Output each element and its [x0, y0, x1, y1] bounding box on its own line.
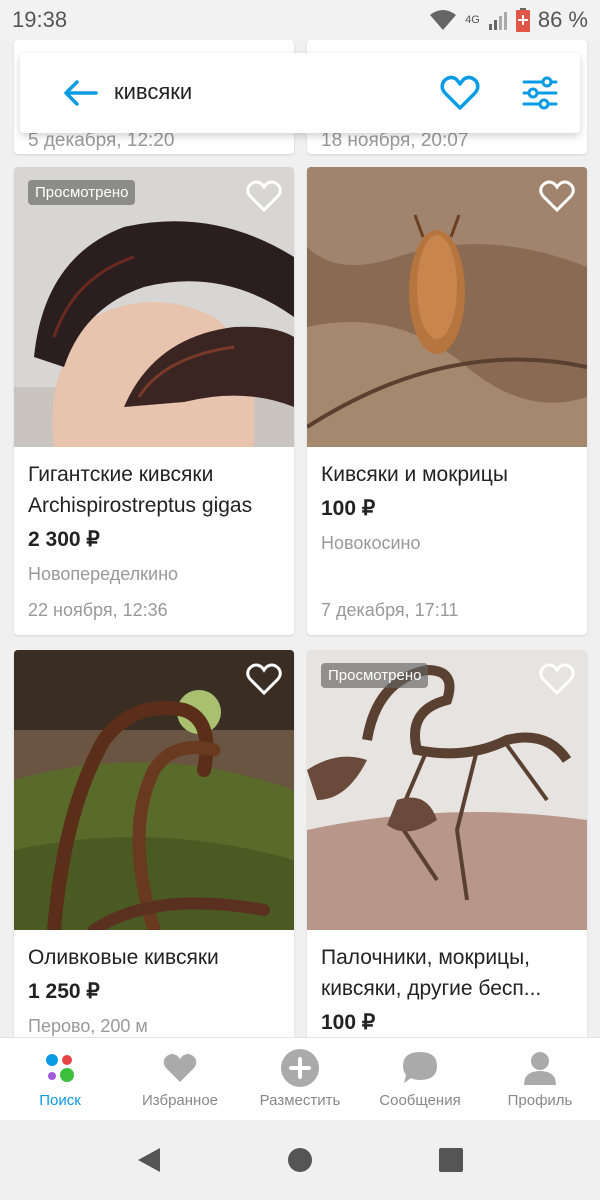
listing-date: 5 декабря, 12:20 — [28, 130, 175, 151]
bottom-navigation: Поиск Избранное Разместить Сообщения Про… — [0, 1037, 600, 1120]
listing-location: Перово, 200 м — [28, 1016, 148, 1036]
listing-title[interactable]: Оливковые кивсяки — [28, 942, 280, 973]
favorite-heart-icon[interactable] — [246, 179, 282, 213]
listing-location: Новокосино — [321, 533, 421, 553]
profile-icon — [520, 1048, 560, 1088]
system-back-icon[interactable] — [136, 1146, 162, 1174]
listing-title[interactable]: Палочники, мокрицы, кивсяки, другие бесп… — [321, 942, 573, 1004]
listing-price: 100 ₽ — [321, 497, 376, 520]
nav-item-search[interactable]: Поиск — [0, 1038, 120, 1120]
favorite-heart-icon[interactable] — [539, 662, 575, 696]
listing-card[interactable]: Кивсяки и мокрицы 100 ₽ Новокосино 7 дек… — [307, 167, 587, 635]
listing-price: 100 ₽ — [321, 1011, 376, 1034]
status-bar: 19:38 4G 86 % — [0, 0, 600, 40]
chat-icon — [400, 1048, 440, 1088]
nav-item-post[interactable]: Разместить — [240, 1038, 360, 1120]
back-arrow-icon[interactable] — [62, 79, 98, 107]
nav-label-profile: Профиль — [507, 1092, 573, 1109]
listing-photo-woodlouse[interactable] — [307, 167, 587, 447]
listing-date: 7 декабря, 17:11 — [321, 600, 459, 620]
system-navigation-bar — [0, 1120, 600, 1200]
viewed-badge: Просмотрено — [28, 180, 136, 205]
plus-icon — [280, 1048, 320, 1088]
listing-card[interactable]: Просмотрено Палочники, мокрицы, кивсяки,… — [307, 650, 587, 1037]
favorite-heart-icon[interactable] — [539, 179, 575, 213]
listing-photo-giant-millipede[interactable]: Просмотрено — [14, 167, 294, 447]
nav-label-post: Разместить — [259, 1092, 341, 1109]
listing-price: 2 300 ₽ — [28, 528, 100, 551]
listing-photo-olive-millipede[interactable] — [14, 650, 294, 930]
network-label: 4G — [465, 14, 480, 26]
listing-date: 18 ноября, 20:07 — [321, 130, 469, 151]
nav-item-messages[interactable]: Сообщения — [360, 1038, 480, 1120]
listing-title[interactable]: Гигантские кивсяки Archispirostreptus gi… — [28, 459, 280, 521]
listing-card[interactable]: Оливковые кивсяки 1 250 ₽ Перово, 200 м — [14, 650, 294, 1037]
heart-icon — [160, 1048, 200, 1088]
status-time: 19:38 — [12, 7, 68, 32]
save-search-heart-icon[interactable] — [440, 75, 480, 111]
favorite-heart-icon[interactable] — [246, 662, 282, 696]
search-bar: кивсяки — [20, 53, 580, 133]
filter-sliders-icon[interactable] — [520, 75, 560, 111]
nav-item-favorites[interactable]: Избранное — [120, 1038, 240, 1120]
battery-icon — [515, 8, 530, 32]
system-recents-icon[interactable] — [438, 1147, 464, 1173]
search-query[interactable]: кивсяки — [114, 79, 192, 105]
battery-percent: 86 % — [537, 7, 588, 32]
search-dots-icon — [40, 1048, 80, 1088]
nav-label-messages: Сообщения — [379, 1092, 461, 1109]
cell-signal-icon — [488, 12, 507, 30]
wifi-icon — [430, 10, 457, 30]
nav-label-search: Поиск — [39, 1092, 81, 1109]
listing-date: 22 ноября, 12:36 — [28, 600, 168, 620]
listing-location: Новопеределкино — [28, 564, 179, 584]
listing-title[interactable]: Кивсяки и мокрицы — [321, 459, 573, 490]
status-icons: 4G 86 % — [429, 7, 588, 33]
system-home-icon[interactable] — [287, 1147, 313, 1173]
listing-photo-stick-insect[interactable]: Просмотрено — [307, 650, 587, 930]
viewed-badge: Просмотрено — [321, 663, 429, 688]
nav-item-profile[interactable]: Профиль — [480, 1038, 600, 1120]
listing-card[interactable]: Просмотрено Гигантские кивсяки Archispir… — [14, 167, 294, 635]
nav-label-favorites: Избранное — [141, 1092, 219, 1109]
listing-feed[interactable]: 5 декабря, 12:20 18 ноября, 20:07 Просмо… — [0, 40, 600, 1037]
listing-price: 1 250 ₽ — [28, 980, 100, 1003]
